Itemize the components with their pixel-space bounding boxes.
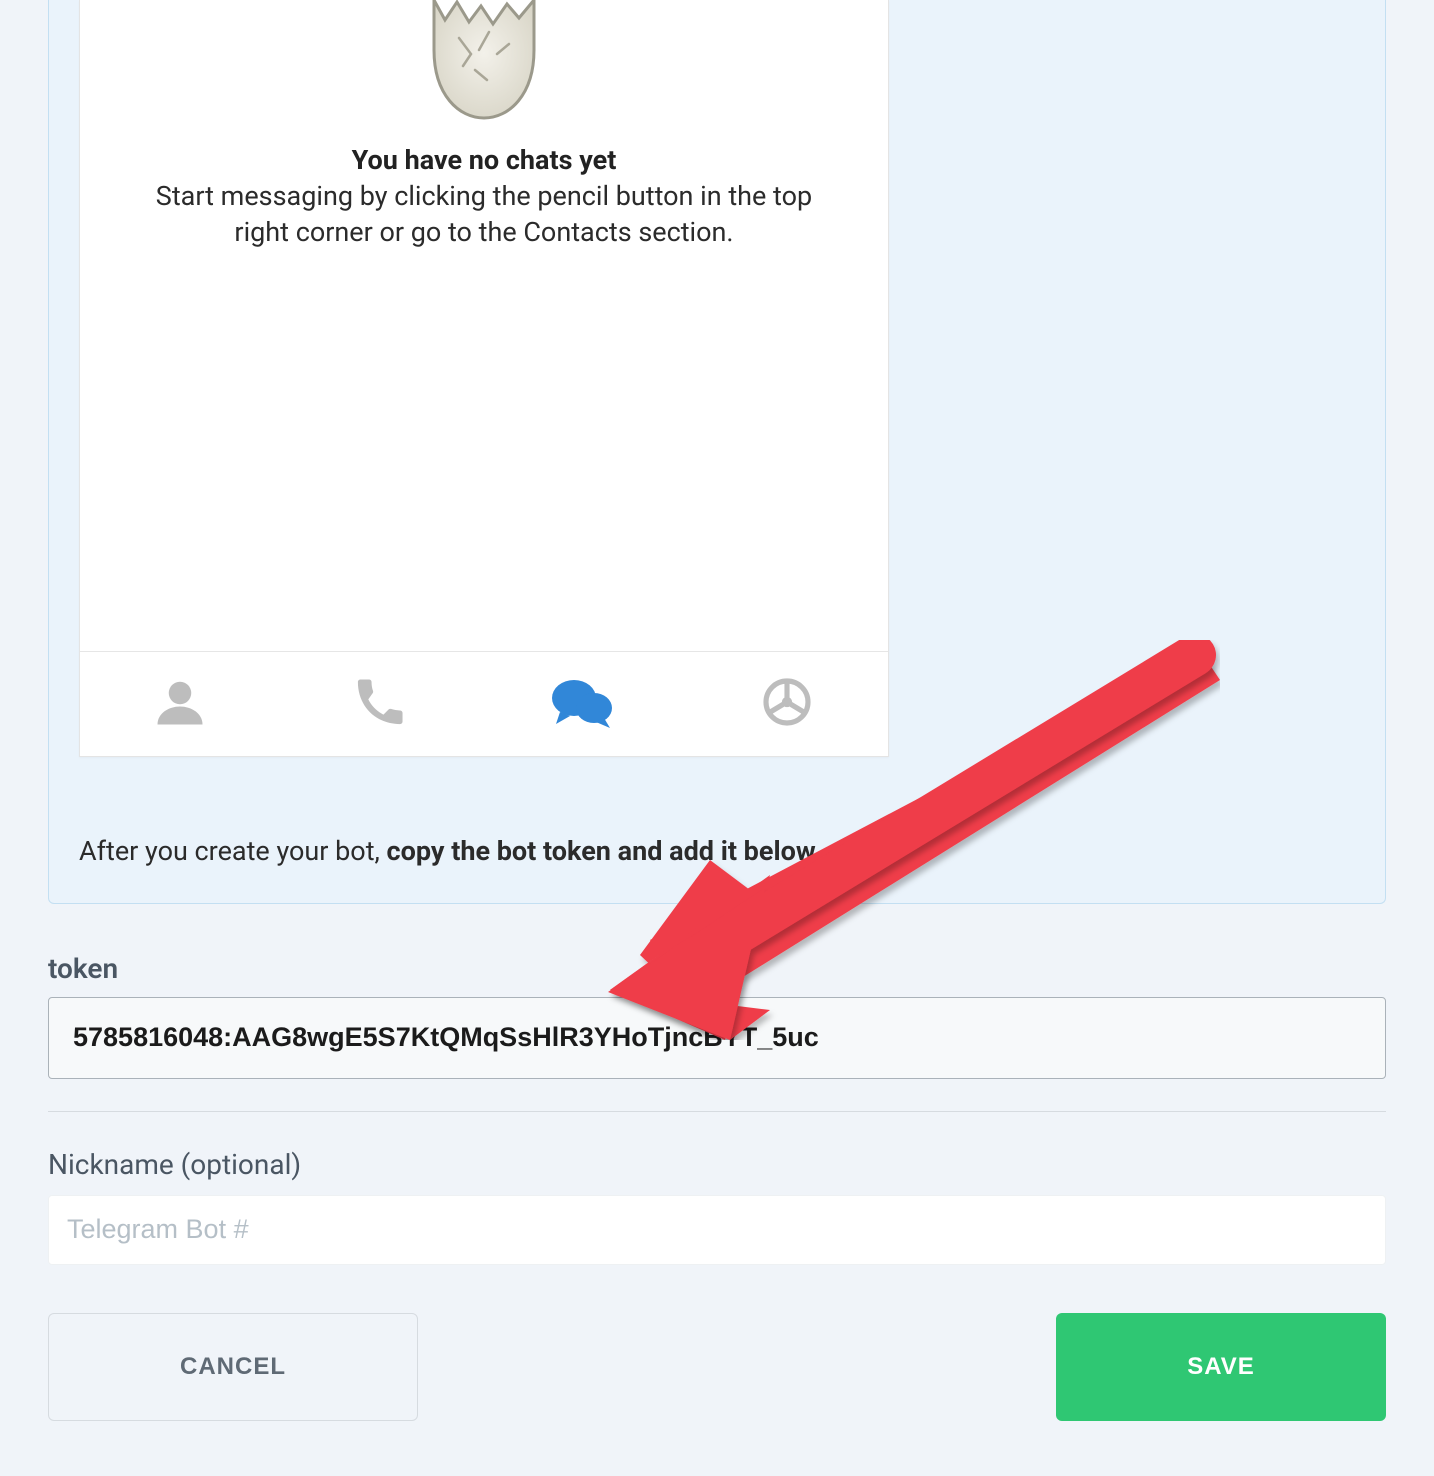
token-label: token bbox=[48, 952, 1386, 985]
divider bbox=[48, 1111, 1386, 1112]
settings-tab-icon[interactable] bbox=[759, 674, 815, 734]
cracked-egg-icon bbox=[419, 0, 549, 120]
instruction-bold: copy the bot token and add it below bbox=[387, 835, 816, 867]
button-row: CANCEL SAVE bbox=[48, 1313, 1386, 1421]
phone-mockup: You have no chats yet Start messaging by… bbox=[79, 0, 889, 757]
nickname-label: Nickname (optional) bbox=[48, 1148, 1386, 1181]
info-panel: You have no chats yet Start messaging by… bbox=[48, 0, 1386, 904]
empty-state-description: Start messaging by clicking the pencil b… bbox=[126, 178, 842, 251]
phone-body: You have no chats yet Start messaging by… bbox=[80, 0, 888, 251]
empty-state-title: You have no chats yet bbox=[126, 144, 842, 176]
chats-tab-icon[interactable] bbox=[552, 676, 612, 732]
contacts-tab-icon[interactable] bbox=[153, 675, 207, 733]
token-input[interactable] bbox=[48, 997, 1386, 1079]
instruction-suffix: . bbox=[816, 835, 823, 867]
instruction-text: After you create your bot, copy the bot … bbox=[79, 835, 1355, 867]
cancel-button[interactable]: CANCEL bbox=[48, 1313, 418, 1421]
phone-tab-bar bbox=[80, 651, 888, 756]
calls-tab-icon[interactable] bbox=[354, 676, 406, 732]
nickname-input[interactable] bbox=[48, 1195, 1386, 1265]
form-area: token Nickname (optional) CANCEL SAVE bbox=[48, 952, 1386, 1421]
save-button[interactable]: SAVE bbox=[1056, 1313, 1386, 1421]
instruction-prefix: After you create your bot, bbox=[79, 835, 387, 867]
